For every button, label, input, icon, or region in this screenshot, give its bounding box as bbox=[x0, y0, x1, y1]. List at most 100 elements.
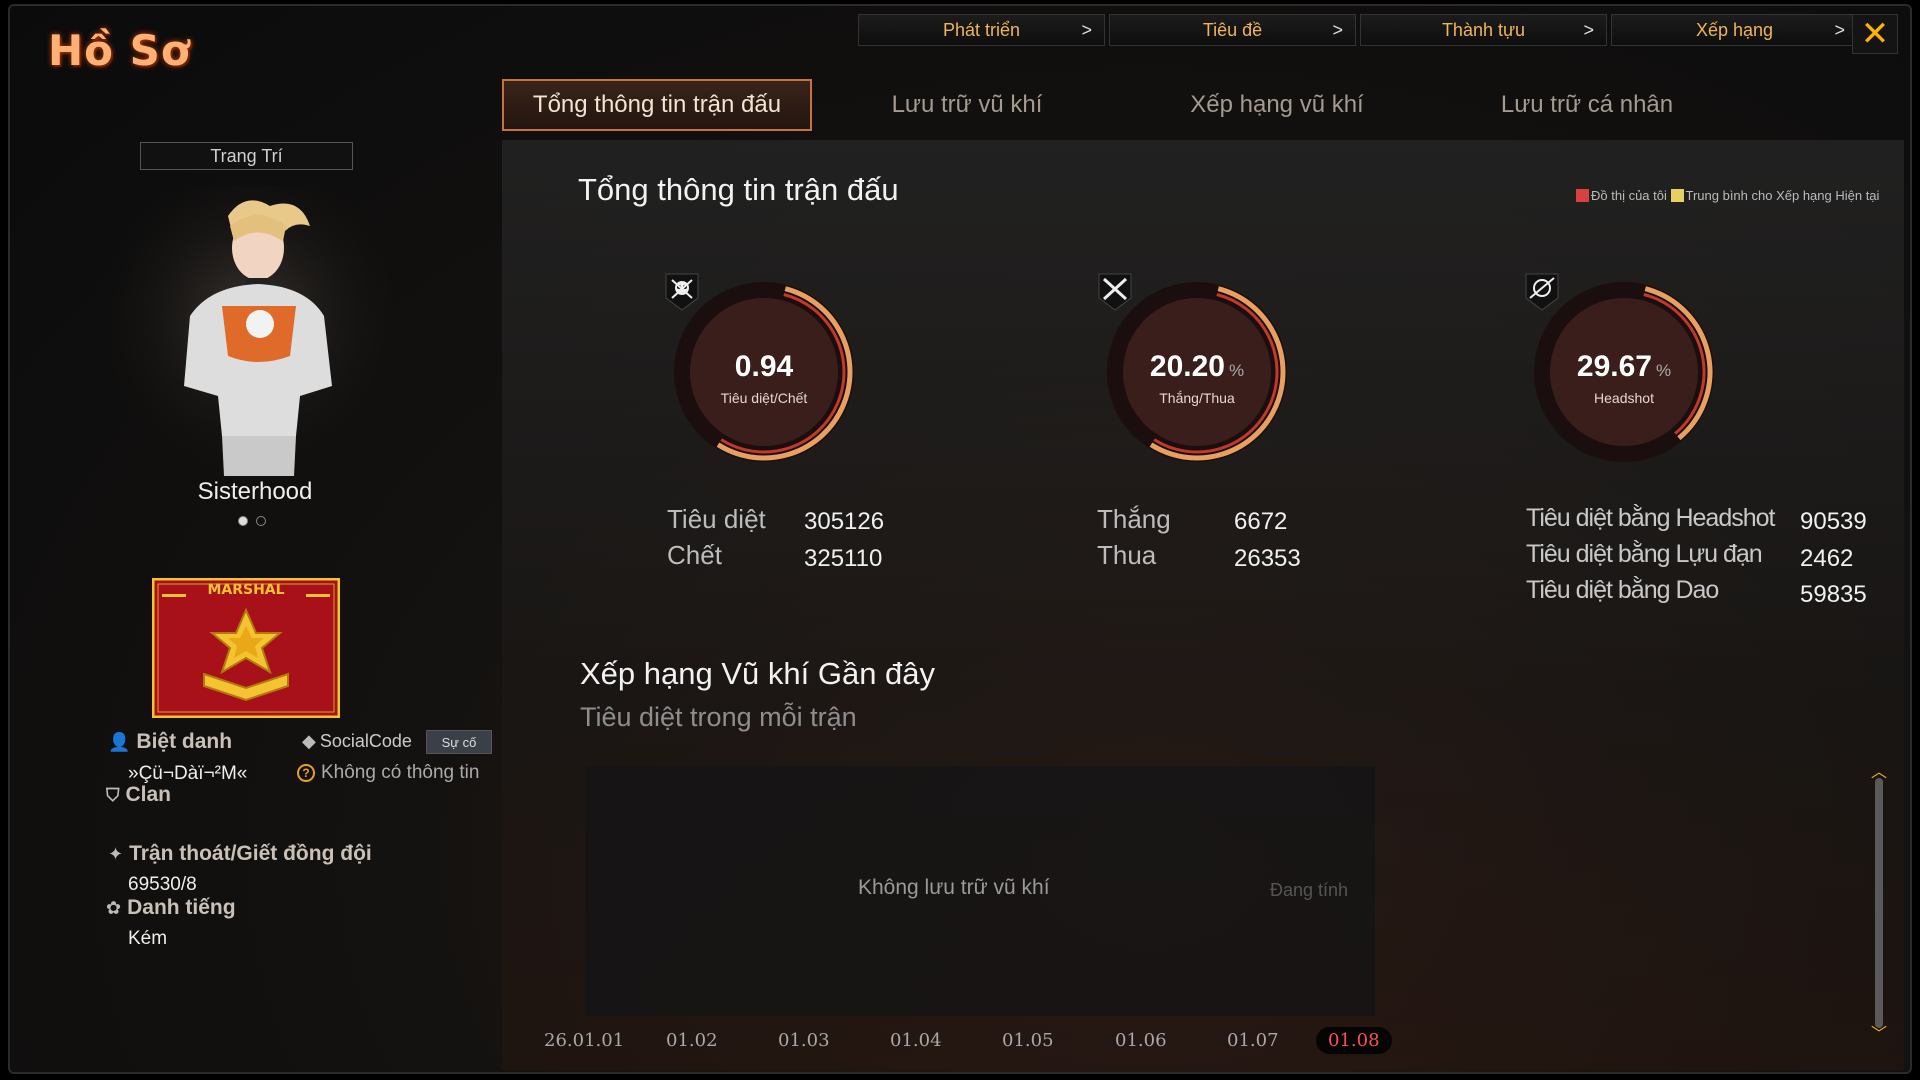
knife-kills-value: 59835 bbox=[1800, 581, 1867, 608]
recent-title: Xếp hạng Vũ khí Gần đây bbox=[580, 656, 936, 691]
nav-label: Thành tựu bbox=[1441, 19, 1526, 40]
recent-subtitle: Tiêu diệt trong mỗi trận bbox=[580, 702, 857, 732]
chevron-right-icon: > bbox=[1834, 19, 1845, 40]
escape-value: 69530/8 bbox=[128, 874, 197, 895]
nav-label: Phát triển bbox=[942, 19, 1021, 40]
close-icon: ✕ bbox=[1860, 15, 1890, 53]
character-name: Sisterhood bbox=[197, 478, 313, 505]
tag-icon: ◆ bbox=[302, 731, 316, 751]
escape-label: ✦ Trận thoát/Giết đồng đội bbox=[108, 842, 372, 866]
winrate-unit: % bbox=[1228, 361, 1245, 380]
nickname-value: »Çü¬Dàï¬²M« bbox=[128, 763, 248, 784]
knife-kills-label: Tiêu diệt bằng Dao bbox=[1526, 576, 1719, 604]
wins-value: 6672 bbox=[1234, 508, 1288, 535]
running-icon: ✦ bbox=[108, 843, 124, 864]
reputation-label-text: Danh tiếng bbox=[127, 896, 236, 919]
scroll-up-icon[interactable]: ︿ bbox=[1870, 765, 1888, 781]
kd-gauge: 0.94 Tiêu diệt/Chết bbox=[664, 272, 864, 472]
date-label[interactable]: 01.03 bbox=[778, 1030, 830, 1051]
date-label[interactable]: 01.05 bbox=[1002, 1030, 1054, 1051]
nav-ranking[interactable]: Xếp hạng > bbox=[1611, 14, 1858, 46]
social-code: ◆ SocialCode bbox=[302, 731, 412, 752]
tab-match-overview[interactable]: Tổng thông tin trận đấu bbox=[502, 79, 812, 131]
headshot-kills-value: 90539 bbox=[1800, 508, 1867, 535]
skull-icon bbox=[665, 273, 699, 311]
scroll-down-icon[interactable]: ﹀ bbox=[1870, 1027, 1888, 1043]
empty-message: Không lưu trữ vũ khí bbox=[858, 876, 1050, 899]
question-icon[interactable]: ? bbox=[297, 764, 315, 782]
winrate-value: 20.20% bbox=[1097, 350, 1297, 384]
grenade-kills-value: 2462 bbox=[1800, 545, 1854, 572]
kd-number: 0.94 bbox=[734, 350, 794, 383]
crossed-swords-icon bbox=[1098, 273, 1132, 311]
winrate-number: 20.20 bbox=[1149, 350, 1225, 383]
escape-label-text: Trận thoát/Giết đồng đội bbox=[129, 842, 372, 865]
date-label[interactable]: 01.02 bbox=[666, 1030, 718, 1051]
chevron-right-icon: > bbox=[1583, 19, 1594, 40]
chevron-right-icon: > bbox=[1081, 19, 1092, 40]
date-label[interactable]: 26.01.01 bbox=[544, 1030, 624, 1051]
nickname-label: 👤 Biệt danh bbox=[108, 730, 232, 754]
chevron-right-icon: > bbox=[1332, 19, 1343, 40]
nav-development[interactable]: Phát triển > bbox=[858, 14, 1105, 46]
scroll-thumb[interactable] bbox=[1875, 778, 1883, 1028]
winrate-gauge: 20.20% Thắng/Thua bbox=[1097, 272, 1297, 472]
decor-button[interactable]: Trang Trí bbox=[140, 142, 353, 170]
social-code-label: SocialCode bbox=[319, 731, 412, 751]
kills-label: Tiêu diệt bbox=[667, 504, 766, 534]
rank-badge: MARSHAL bbox=[151, 577, 341, 719]
reputation-label: ✿ Danh tiếng bbox=[106, 896, 236, 920]
tab-weapon-storage[interactable]: Lưu trữ vũ khí bbox=[812, 79, 1122, 131]
scrollbar[interactable]: ︿ ﹀ bbox=[1870, 765, 1888, 1043]
window-title: Hồ Sơ bbox=[48, 26, 191, 75]
nav-titles[interactable]: Tiêu đề > bbox=[1109, 14, 1356, 46]
social-issue-button[interactable]: Sự cố bbox=[426, 730, 492, 754]
kd-label: Tiêu diệt/Chết bbox=[720, 390, 808, 406]
headshot-number: 29.67 bbox=[1576, 350, 1652, 383]
legend-avg-label: Trung bình cho Xếp hạng Hiện tại bbox=[1685, 188, 1880, 203]
calculating-message: Đang tính bbox=[1270, 880, 1349, 900]
crosshair-icon bbox=[1525, 273, 1559, 311]
grenade-kills-label: Tiêu diệt bằng Lựu đạn bbox=[1526, 540, 1763, 568]
nav-achievements[interactable]: Thành tựu > bbox=[1360, 14, 1607, 46]
carousel-dot[interactable] bbox=[256, 516, 266, 526]
top-nav: Phát triển > Tiêu đề > Thành tựu > Xếp hạng… bbox=[858, 14, 1858, 46]
losses-value: 26353 bbox=[1234, 545, 1301, 572]
wins-label: Thắng bbox=[1097, 504, 1171, 534]
legend-mine-label: Đồ thị của tôi bbox=[1591, 188, 1667, 203]
overview-title: Tổng thông tin trận đấu bbox=[578, 172, 899, 207]
character-portrait[interactable] bbox=[110, 186, 390, 476]
headshot-label: Headshot bbox=[1594, 390, 1654, 406]
clan-label-text: Clan bbox=[125, 783, 172, 806]
reputation-value: Kém bbox=[128, 928, 168, 949]
social-info: ? Không có thông tin bbox=[297, 762, 479, 784]
profile-window: Hồ Sơ Phát triển > Tiêu đề > Thành tựu > Xế… bbox=[8, 4, 1912, 1074]
date-label-active[interactable]: 01.08 bbox=[1316, 1027, 1392, 1054]
nickname-label-text: Biệt danh bbox=[136, 730, 233, 753]
legend-avg-swatch bbox=[1670, 189, 1684, 202]
shield-icon: ⛉ bbox=[106, 784, 120, 805]
winrate-label: Thắng/Thua bbox=[1159, 390, 1235, 406]
headshot-value: 29.67% bbox=[1524, 350, 1724, 384]
chart-legend: Đồ thị của tôi Trung bình cho Xếp hạng H… bbox=[1576, 188, 1896, 204]
tab-weapon-ranking[interactable]: Xếp hạng vũ khí bbox=[1122, 79, 1432, 131]
close-button[interactable]: ✕ bbox=[1852, 14, 1898, 54]
headshot-kills-label: Tiêu diệt bằng Headshot bbox=[1526, 504, 1775, 532]
carousel-dots bbox=[238, 516, 266, 526]
user-icon: 👤 bbox=[108, 731, 131, 752]
kills-value: 305126 bbox=[804, 508, 885, 535]
headshot-gauge: 29.67% Headshot bbox=[1524, 272, 1724, 472]
date-label[interactable]: 01.06 bbox=[1115, 1030, 1167, 1051]
deaths-value: 325110 bbox=[804, 545, 883, 572]
losses-label: Thua bbox=[1097, 540, 1157, 570]
tab-personal-storage[interactable]: Lưu trữ cá nhân bbox=[1432, 79, 1742, 131]
clan-label: ⛉ Clan bbox=[106, 783, 171, 807]
gear-icon: ✿ bbox=[106, 897, 122, 918]
carousel-dot[interactable] bbox=[238, 516, 248, 526]
tab-bar: Tổng thông tin trận đấu Lưu trữ vũ khí X… bbox=[502, 79, 1742, 131]
legend-mine-swatch bbox=[1576, 189, 1589, 202]
kd-value: 0.94 bbox=[664, 350, 864, 384]
deaths-label: Chết bbox=[667, 540, 722, 570]
date-label[interactable]: 01.07 bbox=[1227, 1030, 1279, 1051]
date-label[interactable]: 01.04 bbox=[890, 1030, 942, 1051]
